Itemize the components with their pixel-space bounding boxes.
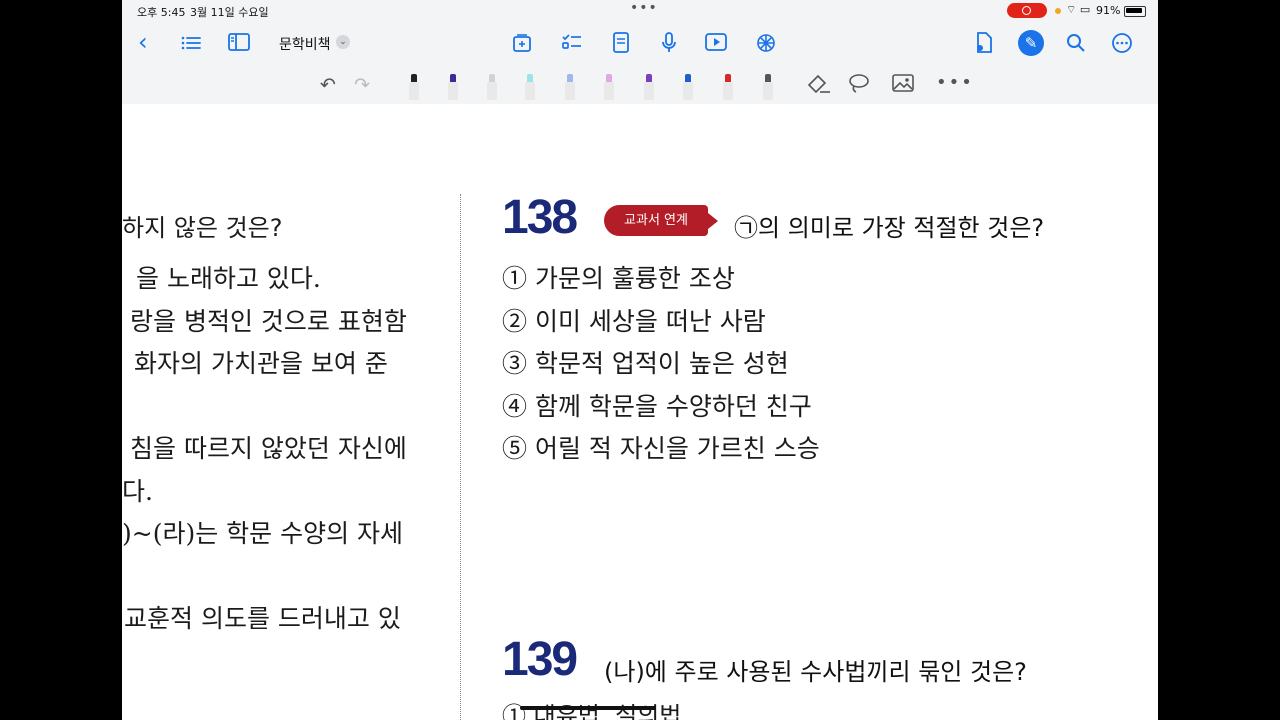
battery-icon bbox=[1124, 6, 1146, 17]
home-indicator[interactable] bbox=[520, 706, 656, 710]
add-page-icon[interactable] bbox=[512, 33, 532, 56]
pen-tool[interactable] bbox=[408, 72, 420, 100]
screen-recording-icon[interactable] bbox=[1007, 3, 1047, 18]
template-icon[interactable] bbox=[612, 32, 630, 57]
option-3[interactable]: ③ 학문적 업적이 높은 성현 bbox=[502, 344, 789, 380]
checklist-icon[interactable] bbox=[562, 33, 582, 56]
left-line: 랑을 병적인 것으로 표현함 bbox=[130, 307, 407, 336]
status-bar: 오후 5:45 3월 11일 수요일 ••• ⌔ ▭ 91% bbox=[122, 0, 1158, 22]
pen-body bbox=[604, 82, 614, 100]
status-date: 3월 11일 수요일 bbox=[190, 6, 269, 19]
lasso-icon[interactable] bbox=[848, 73, 870, 98]
mic-icon[interactable] bbox=[661, 32, 677, 57]
pen-body bbox=[409, 82, 419, 100]
search-icon[interactable] bbox=[1066, 33, 1086, 56]
option-5[interactable]: ⑤ 어릴 적 자신을 가르친 스승 bbox=[502, 429, 820, 465]
battery-percent: 91% bbox=[1096, 4, 1121, 17]
more-icon[interactable] bbox=[1111, 32, 1133, 57]
export-icon[interactable] bbox=[974, 32, 994, 57]
pen-body bbox=[525, 82, 535, 100]
question-text: ㉠의 의미로 가장 적절한 것은? bbox=[734, 214, 1045, 242]
left-line: 다. bbox=[122, 477, 153, 506]
back-icon[interactable]: ‹ bbox=[138, 30, 148, 54]
pen-body bbox=[683, 82, 693, 100]
left-line: 화자의 가치관을 보여 준 bbox=[134, 349, 388, 378]
multitasking-dots-icon[interactable]: ••• bbox=[630, 0, 658, 16]
more-tools-icon[interactable]: ••• bbox=[936, 72, 974, 93]
redo-icon[interactable]: ↷ bbox=[354, 74, 370, 96]
left-line: 교훈적 의도를 드러내고 있 bbox=[124, 604, 401, 633]
status-time: 오후 5:45 bbox=[137, 6, 186, 19]
pen-tool[interactable] bbox=[682, 72, 694, 100]
app-screen: 오후 5:45 3월 11일 수요일 ••• ⌔ ▭ 91% ‹ 문학비책 ⌄ bbox=[122, 0, 1158, 720]
pen-body bbox=[448, 82, 458, 100]
video-icon[interactable] bbox=[705, 33, 727, 54]
pen-tool[interactable] bbox=[524, 72, 536, 100]
option-4[interactable]: ④ 함께 학문을 수양하던 친구 bbox=[502, 387, 812, 423]
pen-tool[interactable] bbox=[447, 72, 459, 100]
left-line: 침을 따르지 않았던 자신에 bbox=[130, 434, 407, 463]
partial-option-text: ① 대유법, 설의법 bbox=[502, 702, 682, 720]
pen-body bbox=[644, 82, 654, 100]
document-page: 하지 않은 것은? 을 노래하고 있다. 랑을 병적인 것으로 표현함 화자의 … bbox=[122, 104, 1158, 720]
pen-tool[interactable] bbox=[643, 72, 655, 100]
pen-tool[interactable] bbox=[762, 72, 774, 100]
image-icon[interactable] bbox=[892, 74, 914, 97]
question-number: 139 bbox=[502, 633, 578, 686]
sidebar-icon[interactable] bbox=[228, 33, 250, 54]
pen-body bbox=[763, 82, 773, 100]
pen-tool[interactable] bbox=[486, 72, 498, 100]
left-line: 을 노래하고 있다. bbox=[136, 264, 321, 293]
pencil-icon[interactable]: ✎ bbox=[1018, 30, 1044, 56]
document-title[interactable]: 문학비책 bbox=[279, 34, 331, 54]
eraser-icon[interactable] bbox=[806, 72, 832, 99]
top-toolbar: ‹ 문학비책 ⌄ ✎ bbox=[122, 22, 1158, 66]
left-line: )~(라)는 학문 수양의 자세 bbox=[122, 519, 404, 548]
option-2[interactable]: ② 이미 세상을 떠난 사람 bbox=[502, 302, 766, 338]
question-number: 138 bbox=[502, 191, 578, 244]
left-question-text: 하지 않은 것은? bbox=[122, 214, 283, 242]
pen-body bbox=[487, 82, 497, 100]
question-text: (나)에 주로 사용된 수사법끼리 묶인 것은? bbox=[604, 658, 1027, 686]
textbook-link-badge: 교과서 연계 bbox=[604, 205, 718, 236]
mic-indicator-icon bbox=[1055, 8, 1061, 14]
list-icon[interactable] bbox=[181, 34, 201, 54]
pen-toolbar: ↶ ↷ ••• bbox=[122, 66, 1158, 105]
wifi-icon: ⌔ ▭ bbox=[1066, 3, 1091, 16]
chevron-down-icon[interactable]: ⌄ bbox=[336, 35, 350, 49]
column-divider bbox=[460, 194, 461, 720]
pen-tool[interactable] bbox=[722, 72, 734, 100]
undo-icon[interactable]: ↶ bbox=[320, 74, 336, 96]
pen-tool[interactable] bbox=[564, 72, 576, 100]
ai-icon[interactable] bbox=[755, 32, 777, 57]
pen-tool[interactable] bbox=[603, 72, 615, 100]
pen-body bbox=[723, 82, 733, 100]
partial-option: ① 대유법, 설의법 bbox=[502, 700, 1102, 720]
pen-body bbox=[565, 82, 575, 100]
option-1[interactable]: ① 가문의 훌륭한 조상 bbox=[502, 259, 735, 295]
